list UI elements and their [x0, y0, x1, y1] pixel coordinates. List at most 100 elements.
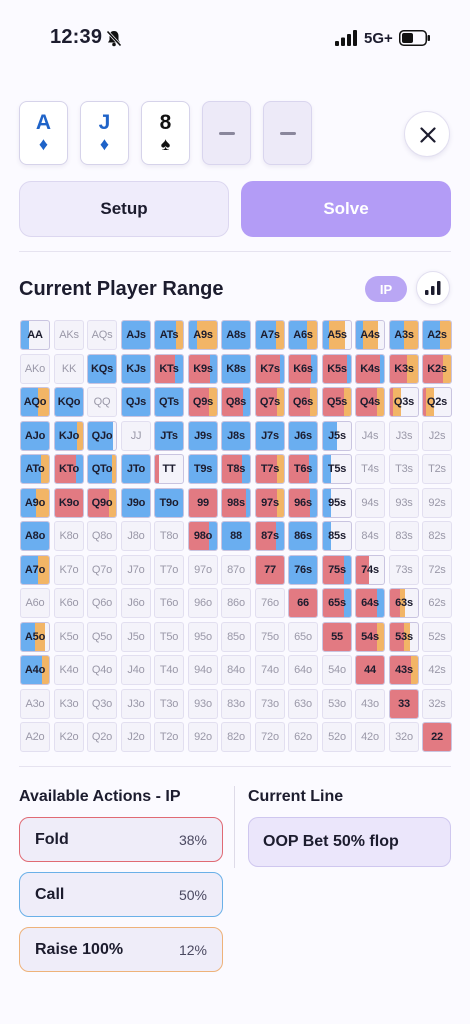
hand-cell[interactable]: AQs: [87, 320, 117, 350]
hand-cell[interactable]: K7o: [54, 555, 84, 585]
hand-cell[interactable]: 64o: [288, 655, 318, 685]
hand-cell[interactable]: 32s: [422, 689, 452, 719]
hand-cell[interactable]: T5o: [154, 622, 184, 652]
hand-cell[interactable]: ATs: [154, 320, 184, 350]
hand-cell[interactable]: QTo: [87, 454, 117, 484]
hand-cell[interactable]: JJ: [121, 421, 151, 451]
hand-cell[interactable]: 52o: [322, 722, 352, 752]
hand-cell[interactable]: A9o: [20, 488, 50, 518]
hand-cell[interactable]: 42o: [355, 722, 385, 752]
hand-cell[interactable]: KQs: [87, 354, 117, 384]
hand-cell[interactable]: 84o: [221, 655, 251, 685]
hand-cell[interactable]: 73s: [389, 555, 419, 585]
hand-cell[interactable]: 83o: [221, 689, 251, 719]
hand-cell[interactable]: T4o: [154, 655, 184, 685]
action-raise[interactable]: Raise 100% 12%: [19, 927, 223, 972]
hand-cell[interactable]: Q9s: [188, 387, 218, 417]
action-call[interactable]: Call 50%: [19, 872, 223, 917]
player-badge[interactable]: IP: [365, 276, 407, 302]
hand-cell[interactable]: QJo: [87, 421, 117, 451]
hand-cell[interactable]: A3s: [389, 320, 419, 350]
hand-cell[interactable]: K6o: [54, 588, 84, 618]
hand-cell[interactable]: 95o: [188, 622, 218, 652]
hand-cell[interactable]: Q2o: [87, 722, 117, 752]
hand-cell[interactable]: K5o: [54, 622, 84, 652]
hand-cell[interactable]: K3o: [54, 689, 84, 719]
hand-cell[interactable]: 66: [288, 588, 318, 618]
hand-cell[interactable]: 22: [422, 722, 452, 752]
hand-cell[interactable]: 98s: [221, 488, 251, 518]
hand-cell[interactable]: KTo: [54, 454, 84, 484]
hand-cell[interactable]: 82o: [221, 722, 251, 752]
hand-cell[interactable]: Q9o: [87, 488, 117, 518]
hand-cell[interactable]: 42s: [422, 655, 452, 685]
hand-cell[interactable]: K5s: [322, 354, 352, 384]
hand-cell[interactable]: A4s: [355, 320, 385, 350]
hand-cell[interactable]: A8o: [20, 521, 50, 551]
hand-cell[interactable]: A7s: [255, 320, 285, 350]
hand-cell[interactable]: 75s: [322, 555, 352, 585]
close-button[interactable]: [404, 111, 450, 157]
hand-cell[interactable]: 85s: [322, 521, 352, 551]
hand-cell[interactable]: T3o: [154, 689, 184, 719]
hand-cell[interactable]: J4s: [355, 421, 385, 451]
hand-cell[interactable]: T3s: [389, 454, 419, 484]
hand-cell[interactable]: 54o: [322, 655, 352, 685]
hand-cell[interactable]: 32o: [389, 722, 419, 752]
hand-cell[interactable]: Q7s: [255, 387, 285, 417]
hand-cell[interactable]: 95s: [322, 488, 352, 518]
hand-cell[interactable]: KQo: [54, 387, 84, 417]
empty-card-slot-turn[interactable]: [202, 101, 251, 165]
hand-cell[interactable]: Q3o: [87, 689, 117, 719]
hand-cell[interactable]: 76s: [288, 555, 318, 585]
hand-cell[interactable]: Q7o: [87, 555, 117, 585]
hand-cell[interactable]: K9s: [188, 354, 218, 384]
hand-cell[interactable]: 75o: [255, 622, 285, 652]
hand-cell[interactable]: K7s: [255, 354, 285, 384]
hand-cell[interactable]: K2o: [54, 722, 84, 752]
hand-cell[interactable]: 85o: [221, 622, 251, 652]
hand-cell[interactable]: A2s: [422, 320, 452, 350]
hand-cell[interactable]: T6o: [154, 588, 184, 618]
hand-cell[interactable]: T7s: [255, 454, 285, 484]
hand-cell[interactable]: 92s: [422, 488, 452, 518]
hand-cell[interactable]: J8o: [121, 521, 151, 551]
setup-button[interactable]: Setup: [19, 181, 229, 237]
hand-cell[interactable]: AA: [20, 320, 50, 350]
hand-cell[interactable]: J8s: [221, 421, 251, 451]
hand-cell[interactable]: A8s: [221, 320, 251, 350]
hand-cell[interactable]: 74o: [255, 655, 285, 685]
hand-cell[interactable]: Q8o: [87, 521, 117, 551]
hand-cell[interactable]: 44: [355, 655, 385, 685]
hand-cell[interactable]: A3o: [20, 689, 50, 719]
hand-cell[interactable]: Q5s: [322, 387, 352, 417]
hand-cell[interactable]: KJo: [54, 421, 84, 451]
hand-cell[interactable]: 82s: [422, 521, 452, 551]
hand-cell[interactable]: 52s: [422, 622, 452, 652]
hand-cell[interactable]: J3o: [121, 689, 151, 719]
hand-cell[interactable]: 65s: [322, 588, 352, 618]
hand-cell[interactable]: J5o: [121, 622, 151, 652]
hand-cell[interactable]: KTs: [154, 354, 184, 384]
hand-cell[interactable]: A7o: [20, 555, 50, 585]
hand-cell[interactable]: J9s: [188, 421, 218, 451]
hand-cell[interactable]: J2s: [422, 421, 452, 451]
hand-cell[interactable]: 86s: [288, 521, 318, 551]
hand-cell[interactable]: 83s: [389, 521, 419, 551]
hand-cell[interactable]: QJs: [121, 387, 151, 417]
hand-cell[interactable]: A6s: [288, 320, 318, 350]
hand-cell[interactable]: 99: [188, 488, 218, 518]
hand-cell[interactable]: 43o: [355, 689, 385, 719]
hand-cell[interactable]: J6s: [288, 421, 318, 451]
hand-cell[interactable]: 93o: [188, 689, 218, 719]
hand-cell[interactable]: Q2s: [422, 387, 452, 417]
hand-cell[interactable]: A9s: [188, 320, 218, 350]
hand-cell[interactable]: T9o: [154, 488, 184, 518]
hand-cell[interactable]: 73o: [255, 689, 285, 719]
hand-cell[interactable]: 72o: [255, 722, 285, 752]
hand-cell[interactable]: ATo: [20, 454, 50, 484]
hand-cell[interactable]: Q6s: [288, 387, 318, 417]
hand-cell[interactable]: A2o: [20, 722, 50, 752]
hand-cell[interactable]: 94s: [355, 488, 385, 518]
board-card-2[interactable]: J ♦: [80, 101, 129, 165]
